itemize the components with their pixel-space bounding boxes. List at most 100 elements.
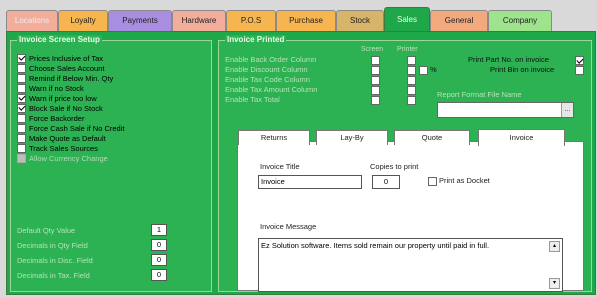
field-label: Default Qty Value <box>17 225 76 235</box>
percent-label: % <box>430 65 437 74</box>
option-force-cash-sale[interactable]: Force Cash Sale if No Credit <box>17 123 124 133</box>
option-remind-below-min[interactable]: Remind if Below Min. Qty <box>17 73 113 83</box>
tax-total-printer-checkbox[interactable] <box>407 96 416 105</box>
tab-general[interactable]: General <box>430 10 488 31</box>
browse-button[interactable]: ... <box>561 103 573 117</box>
tab-loyalty[interactable]: Loyalty <box>58 10 108 31</box>
print-part-no-label: Print Part No. on invoice <box>468 55 549 64</box>
back-order-printer-checkbox[interactable] <box>407 56 416 65</box>
row-tax-amount-label: Enable Tax Amount Column <box>225 85 318 94</box>
scroll-down-icon[interactable]: ▾ <box>549 278 560 289</box>
decimals-disc-row: Decimals in Disc. Field 0 <box>17 254 167 266</box>
tab-purchase[interactable]: Purchase <box>276 10 336 31</box>
back-order-screen-checkbox[interactable] <box>371 56 380 65</box>
row-tax-total-label: Enable Tax Total <box>225 95 280 104</box>
option-label: Warn if price too low <box>29 93 97 103</box>
checkbox[interactable] <box>17 113 26 123</box>
print-part-no-checkbox[interactable] <box>575 56 584 65</box>
decimals-qty-row: Decimals in Qty Field 0 <box>17 239 167 251</box>
option-block-sale-no-stock[interactable]: Block Sale if No Stock <box>17 103 103 113</box>
tax-amount-screen-checkbox[interactable] <box>371 86 380 95</box>
inner-tab-quote[interactable]: Quote <box>394 130 470 145</box>
sales-tab-panel: Invoice Screen Setup Prices Inclusive of… <box>6 31 596 295</box>
discount-screen-checkbox[interactable] <box>371 66 380 75</box>
discount-printer-checkbox[interactable] <box>407 66 416 75</box>
checkbox[interactable] <box>17 133 26 143</box>
option-label: Force Backorder <box>29 113 85 123</box>
row-tax-code-label: Enable Tax Code Column <box>225 75 310 84</box>
screen-column-header: Screen <box>361 46 384 53</box>
option-warn-price-low[interactable]: Warn if price too low <box>17 93 97 103</box>
option-label: Allow Currency Change <box>29 153 108 163</box>
tax-code-screen-checkbox[interactable] <box>371 76 380 85</box>
field-label: Decimals in Tax. Field <box>17 270 90 280</box>
option-label: Prices Inclusive of Tax <box>29 53 104 63</box>
invoice-screen-setup-group: Invoice Screen Setup Prices Inclusive of… <box>10 35 212 292</box>
report-format-label: Report Format File Name <box>437 90 522 99</box>
default-qty-row: Default Qty Value 1 <box>17 224 167 236</box>
invoice-title-input[interactable]: Invoice <box>258 175 362 189</box>
tab-company[interactable]: Company <box>488 10 552 31</box>
option-allow-currency-change: Allow Currency Change <box>17 153 108 163</box>
option-quote-default[interactable]: Make Quote as Default <box>17 133 106 143</box>
decimals-disc-input[interactable]: 0 <box>151 254 167 266</box>
option-label: Force Cash Sale if No Credit <box>29 123 125 133</box>
tab-stock[interactable]: Stock <box>336 10 384 31</box>
field-label: Decimals in Disc. Field <box>17 255 93 265</box>
decimals-qty-input[interactable]: 0 <box>151 239 167 251</box>
option-warn-no-stock[interactable]: Warn if no Stock <box>17 83 84 93</box>
option-label: Choose Sales Account <box>29 63 105 73</box>
checkbox-disabled <box>17 153 26 163</box>
tab-payments[interactable]: Payments <box>108 10 172 31</box>
option-label: Make Quote as Default <box>29 133 106 143</box>
report-format-input[interactable]: ... <box>437 102 574 118</box>
copies-to-print-label: Copies to print <box>370 162 419 171</box>
print-as-docket-checkbox[interactable] <box>428 177 437 186</box>
tax-amount-printer-checkbox[interactable] <box>407 86 416 95</box>
option-label: Block Sale if No Stock <box>29 103 103 113</box>
discount-percent-checkbox[interactable] <box>419 66 428 75</box>
invoice-printed-group: Invoice Printed Screen Printer Enable Ba… <box>218 35 592 292</box>
default-qty-input[interactable]: 1 <box>151 224 167 236</box>
tab-sales[interactable]: Sales <box>384 7 430 32</box>
copies-to-print-input[interactable]: 0 <box>372 175 400 189</box>
invoice-message-text: Ez Solution software. Items sold remain … <box>261 241 490 250</box>
option-label: Warn if no Stock <box>29 83 84 93</box>
invoice-screen-setup-title: Invoice Screen Setup <box>17 35 102 44</box>
printer-column-header: Printer <box>397 46 418 53</box>
inner-tab-returns[interactable]: Returns <box>238 130 310 145</box>
checkbox[interactable] <box>17 63 26 73</box>
print-bin-checkbox[interactable] <box>575 66 584 75</box>
row-back-order-label: Enable Back Order Column <box>225 55 317 64</box>
invoice-message-textarea[interactable]: Ez Solution software. Items sold remain … <box>258 238 563 292</box>
print-options-tab-panel: Returns Lay-By Quote Invoice Invoice Tit… <box>237 129 584 292</box>
row-discount-label: Enable Discount Column <box>225 65 308 74</box>
option-choose-sales-account[interactable]: Choose Sales Account <box>17 63 104 73</box>
tax-code-printer-checkbox[interactable] <box>407 76 416 85</box>
checkbox[interactable] <box>17 73 26 83</box>
checkbox[interactable] <box>17 83 26 93</box>
checkbox-checked[interactable] <box>17 93 26 103</box>
checkbox-checked[interactable] <box>17 53 26 63</box>
tab-hardware[interactable]: Hardware <box>172 10 226 31</box>
invoice-title-label: Invoice Title <box>260 162 300 171</box>
option-prices-inclusive-tax[interactable]: Prices Inclusive of Tax <box>17 53 103 63</box>
invoice-printed-title: Invoice Printed <box>225 35 287 44</box>
print-bin-label: Print Bin on invoice <box>490 65 555 74</box>
tax-total-screen-checkbox[interactable] <box>371 96 380 105</box>
option-label: Track Sales Sources <box>29 143 98 153</box>
option-force-backorder[interactable]: Force Backorder <box>17 113 84 123</box>
checkbox-checked[interactable] <box>17 103 26 113</box>
decimals-tax-input[interactable]: 0 <box>151 269 167 281</box>
checkbox[interactable] <box>17 123 26 133</box>
decimals-tax-row: Decimals in Tax. Field 0 <box>17 269 167 281</box>
option-track-sales-sources[interactable]: Track Sales Sources <box>17 143 98 153</box>
scroll-up-icon[interactable]: ▴ <box>549 241 560 252</box>
inner-tab-layby[interactable]: Lay-By <box>316 130 388 145</box>
field-label: Decimals in Qty Field <box>17 240 88 250</box>
invoice-message-label: Invoice Message <box>260 222 317 231</box>
tab-locations[interactable]: Locations <box>6 10 58 31</box>
inner-tab-invoice[interactable]: Invoice <box>478 129 565 146</box>
tab-pos[interactable]: P.O.S <box>226 10 276 31</box>
checkbox[interactable] <box>17 143 26 153</box>
